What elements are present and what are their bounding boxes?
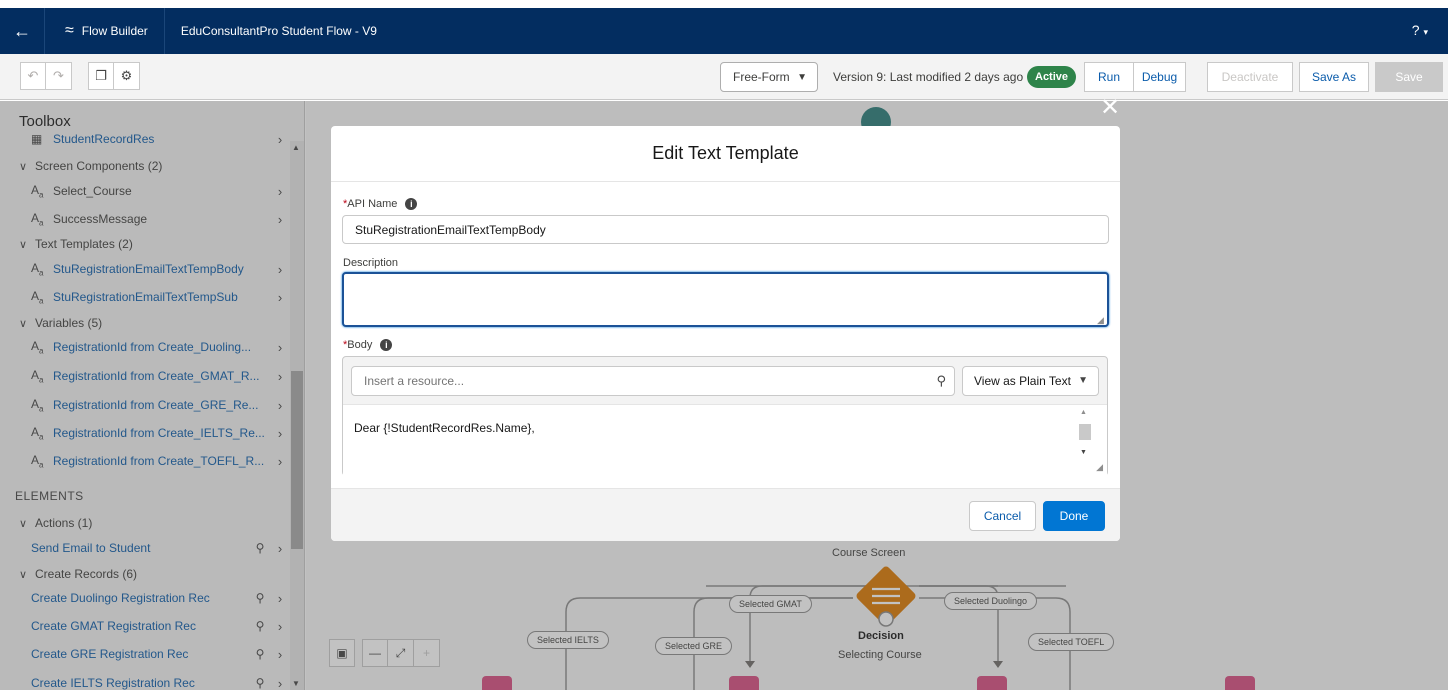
run-button[interactable]: Run (1084, 62, 1134, 92)
api-name-label: *API Name i (343, 198, 418, 210)
canvas-tools-group: ❐ ⚙ (88, 62, 140, 90)
back-button[interactable]: ← (0, 21, 44, 42)
body-text-content: Dear {!StudentRecordRes.Name}, (354, 421, 535, 435)
chevron-down-icon: ▾ (1423, 27, 1428, 37)
edit-text-template-modal: Edit Text Template *API Name i StuRegist… (331, 126, 1120, 541)
scroll-up-icon[interactable]: ▲ (1080, 409, 1087, 416)
resource-placeholder: Insert a resource... (364, 374, 465, 388)
copy-icon: ❐ (95, 68, 107, 83)
app-name-label: Flow Builder (81, 24, 148, 38)
info-icon[interactable]: i (405, 198, 418, 210)
api-name-input[interactable]: StuRegistrationEmailTextTempBody (342, 215, 1109, 244)
view-mode-select[interactable]: View as Plain Text ▼ (962, 366, 1099, 396)
modal-footer: Cancel Done (331, 488, 1120, 541)
info-icon[interactable]: i (380, 339, 393, 351)
body-scrollbar[interactable]: ▲ ▼ (1079, 409, 1091, 464)
resource-search-input[interactable]: Insert a resource... ⚲ (351, 366, 955, 396)
body-textarea[interactable]: Dear {!StudentRecordRes.Name}, ▲ ▼ ◢ (343, 404, 1107, 476)
copy-button[interactable]: ❐ (88, 62, 114, 90)
modal-title: Edit Text Template (331, 126, 1120, 182)
window-top-edge (0, 0, 1448, 8)
view-mode-value: View as Plain Text (974, 374, 1071, 388)
flow-name: EduConsultantPro Student Flow - V9 (180, 24, 377, 38)
app-name: ≈ Flow Builder (45, 22, 164, 40)
app-header: ← ≈ Flow Builder EduConsultantPro Studen… (0, 8, 1448, 54)
help-label: ? (1411, 22, 1420, 38)
run-debug-group: Run Debug (1084, 62, 1186, 92)
resize-handle-icon[interactable]: ◢ (1097, 315, 1104, 326)
flow-builder-logo-icon: ≈ (65, 22, 74, 39)
undo-icon: ↶ (27, 68, 39, 83)
save-button[interactable]: Save (1375, 62, 1443, 92)
settings-button[interactable]: ⚙ (114, 62, 140, 90)
help-menu-button[interactable]: ? ▾ (1412, 22, 1428, 38)
chevron-down-icon: ▼ (1078, 375, 1088, 386)
field-label-text: Body (347, 339, 373, 351)
description-textarea[interactable] (342, 272, 1109, 327)
chevron-down-icon: ▼ (797, 71, 807, 83)
save-group: Save (1375, 62, 1443, 92)
scrollbar-thumb[interactable] (1079, 424, 1091, 440)
redo-button[interactable]: ↷ (46, 62, 72, 90)
field-label-text: API Name (347, 198, 398, 210)
layout-mode-value: Free-Form (733, 70, 790, 84)
save-as-group: Save As (1299, 62, 1369, 92)
body-editor: Insert a resource... ⚲ View as Plain Tex… (342, 356, 1108, 476)
undo-redo-group: ↶ ↷ (20, 62, 72, 90)
description-label: Description (343, 257, 399, 269)
done-button[interactable]: Done (1043, 501, 1105, 531)
close-modal-button[interactable]: ✕ (1100, 93, 1120, 122)
close-icon: ✕ (1100, 94, 1121, 121)
search-icon: ⚲ (936, 373, 946, 388)
layout-mode-select[interactable]: Free-Form ▼ (720, 62, 818, 92)
redo-icon: ↷ (53, 68, 64, 83)
gear-icon: ⚙ (120, 68, 133, 83)
undo-button[interactable]: ↶ (20, 62, 46, 90)
cancel-button[interactable]: Cancel (969, 501, 1036, 531)
save-as-button[interactable]: Save As (1299, 62, 1369, 92)
deactivate-group: Deactivate (1207, 62, 1293, 92)
deactivate-button[interactable]: Deactivate (1207, 62, 1293, 92)
body-label: *Body i (343, 339, 393, 351)
builder-toolbar: ↶ ↷ ❐ ⚙ Free-Form ▼ Version 9: Last modi… (0, 54, 1448, 100)
status-badge: Active (1027, 66, 1077, 88)
debug-button[interactable]: Debug (1134, 62, 1186, 92)
resize-handle-icon[interactable]: ◢ (1096, 462, 1103, 473)
arrow-left-icon: ← (13, 20, 31, 41)
scroll-down-icon[interactable]: ▼ (1080, 449, 1087, 456)
version-info: Version 9: Last modified 2 days ago (833, 70, 1024, 84)
